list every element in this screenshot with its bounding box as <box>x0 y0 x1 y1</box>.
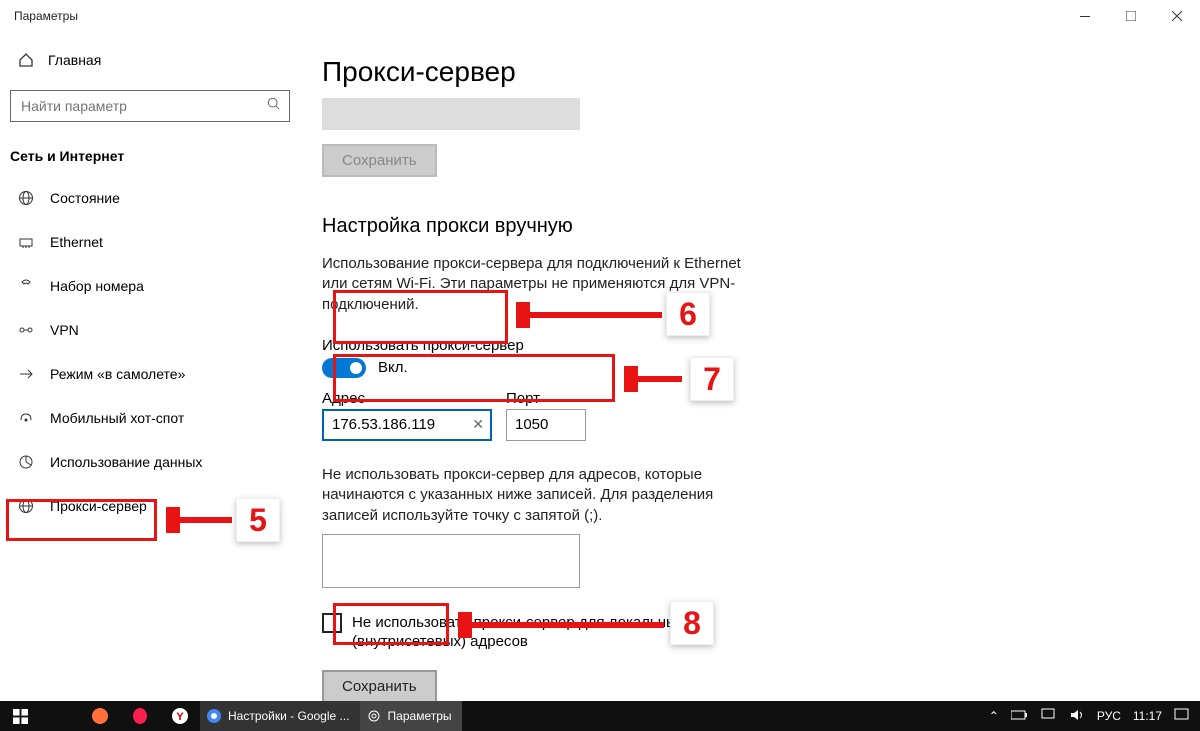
notification-icon[interactable] <box>1174 708 1190 725</box>
start-button[interactable] <box>0 701 40 731</box>
proxy-toggle-block: Использовать прокси-сервер Вкл. <box>322 333 1180 386</box>
address-port-row: Адрес ✕ Порт <box>322 386 1180 445</box>
taskbar-settings[interactable]: Параметры <box>360 701 462 731</box>
clear-icon[interactable]: ✕ <box>472 416 484 433</box>
proxy-toggle-state: Вкл. <box>378 359 408 376</box>
address-label: Адрес <box>322 390 492 407</box>
sidebar-label: Мобильный хот-спот <box>50 410 184 426</box>
sidebar-item-proxy[interactable]: Прокси-сервер <box>0 484 300 528</box>
taskbar-settings-label: Параметры <box>388 709 452 723</box>
battery-icon[interactable] <box>1011 709 1029 724</box>
category-title: Сеть и Интернет <box>0 136 300 176</box>
taskbar-firefox[interactable] <box>80 701 120 731</box>
proxy-toggle[interactable] <box>322 358 366 378</box>
save-button-disabled: Сохранить <box>322 144 437 177</box>
globe-icon <box>18 190 34 206</box>
local-bypass-checkbox[interactable] <box>322 613 342 633</box>
section-title: Настройка прокси вручную <box>322 215 1180 238</box>
save-button[interactable]: Сохранить <box>322 670 437 701</box>
local-bypass-label: Не использовать прокси-сервер для локаль… <box>352 613 752 652</box>
home-nav[interactable]: Главная <box>0 40 300 80</box>
content: Прокси-сервер Сохранить Настройка прокси… <box>300 32 1200 701</box>
home-label: Главная <box>48 52 101 68</box>
sidebar-label: Ethernet <box>50 234 103 250</box>
address-input[interactable] <box>322 409 492 441</box>
sidebar-label: Прокси-сервер <box>50 498 147 514</box>
maximize-button[interactable] <box>1108 0 1154 32</box>
close-button[interactable] <box>1154 0 1200 32</box>
taskbar-chrome-label: Настройки - Google ... <box>228 709 350 723</box>
tray-chevron-icon[interactable]: ⌃ <box>989 709 999 723</box>
sidebar-item-vpn[interactable]: VPN <box>0 308 300 352</box>
sidebar-item-hotspot[interactable]: Мобильный хот-спот <box>0 396 300 440</box>
hotspot-icon <box>18 410 34 426</box>
sidebar-label: Состояние <box>50 190 120 206</box>
sidebar-label: Использование данных <box>50 454 202 470</box>
taskbar-chrome[interactable]: Настройки - Google ... <box>200 701 360 731</box>
exceptions-input[interactable] <box>322 534 580 588</box>
taskbar-opera[interactable] <box>120 701 160 731</box>
sidebar-label: Набор номера <box>50 278 144 294</box>
home-icon <box>18 52 34 68</box>
page-title: Прокси-сервер <box>322 56 1180 88</box>
exceptions-description: Не использовать прокси-сервер для адресо… <box>322 465 752 526</box>
sidebar-item-datausage[interactable]: Использование данных <box>0 440 300 484</box>
dialup-icon <box>18 278 34 294</box>
ethernet-icon <box>18 234 34 250</box>
language-indicator[interactable]: РУС <box>1097 709 1121 723</box>
clock[interactable]: 11:17 <box>1133 709 1162 723</box>
sound-icon[interactable] <box>1069 708 1085 725</box>
search-icon <box>267 97 281 116</box>
sidebar-item-status[interactable]: Состояние <box>0 176 300 220</box>
network-icon[interactable] <box>1041 708 1057 725</box>
system-tray: ⌃ РУС 11:17 <box>989 708 1200 725</box>
taskbar: Y Настройки - Google ... Параметры ⌃ РУС… <box>0 701 1200 731</box>
section-description: Использование прокси-сервера для подключ… <box>322 254 762 315</box>
port-label: Порт <box>506 390 586 407</box>
airplane-icon <box>18 366 34 382</box>
taskbar-yandex[interactable]: Y <box>160 701 200 731</box>
titlebar: Параметры <box>0 0 1200 32</box>
data-icon <box>18 454 34 470</box>
sidebar-item-ethernet[interactable]: Ethernet <box>0 220 300 264</box>
svg-text:Y: Y <box>176 711 184 723</box>
port-input[interactable] <box>506 409 586 441</box>
sidebar-item-airplane[interactable]: Режим «в самолете» <box>0 352 300 396</box>
proxy-icon <box>18 498 34 514</box>
sidebar-item-dialup[interactable]: Набор номера <box>0 264 300 308</box>
sidebar-label: VPN <box>50 322 79 338</box>
proxy-toggle-label: Использовать прокси-сервер <box>322 337 1180 354</box>
disabled-script-input <box>322 98 580 130</box>
sidebar-label: Режим «в самолете» <box>50 366 185 382</box>
window-title: Параметры <box>14 9 78 23</box>
minimize-button[interactable] <box>1062 0 1108 32</box>
vpn-icon <box>18 322 34 338</box>
sidebar: Главная Сеть и Интернет Состояние Ethern… <box>0 32 300 701</box>
search-input[interactable] <box>21 98 267 114</box>
cortana-button[interactable] <box>40 701 80 731</box>
search-box[interactable] <box>10 90 290 122</box>
gear-icon <box>366 708 382 724</box>
